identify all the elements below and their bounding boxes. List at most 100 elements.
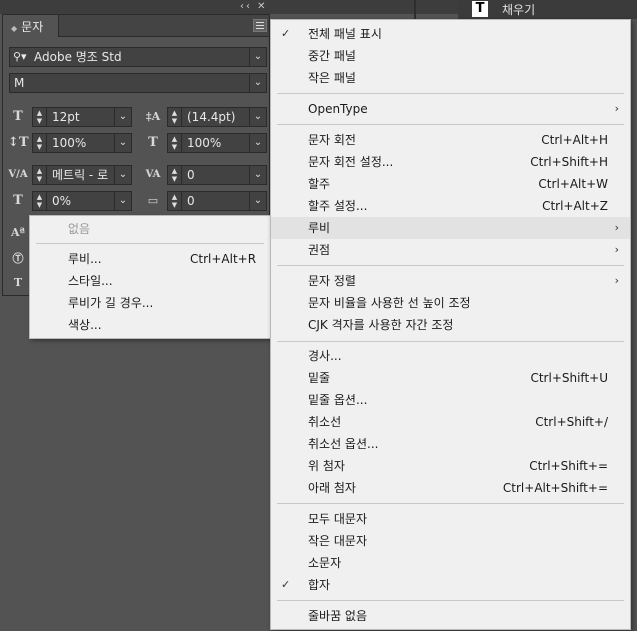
menu-item-superscript[interactable]: 위 첨자 Ctrl+Shift+= [271, 455, 630, 477]
menu-item-label: 위 첨자 [308, 459, 345, 473]
menu-item-shortcut: Ctrl+Alt+Shift+= [502, 481, 608, 495]
vertical-scale-value: 100% [52, 136, 87, 150]
stepper-icon[interactable]: ▲ ▼ [33, 166, 47, 184]
fill-text-icon[interactable]: T [472, 1, 488, 17]
menu-item-shatai[interactable]: 경사... [271, 345, 630, 367]
menu-item-warichu[interactable]: 할주 Ctrl+Alt+W [271, 173, 630, 195]
grid-spacing-field[interactable]: ▲ ▼ 0 ⌄ [167, 191, 267, 211]
chevron-down-icon[interactable]: ⌄ [114, 166, 131, 184]
menu-item-no-break[interactable]: 줄바꿈 없음 [271, 605, 630, 627]
menu-item-label: 색상... [68, 318, 102, 332]
stepper-icon[interactable]: ▲ ▼ [168, 166, 182, 184]
vertical-scale-field[interactable]: ▲ ▼ 100% ⌄ [32, 133, 132, 153]
chevron-down-icon[interactable]: ⌄ [249, 108, 266, 126]
stepper-icon[interactable]: ▲ ▼ [33, 108, 47, 126]
menu-separator [277, 341, 624, 342]
search-icon: ⚲▾ [13, 50, 27, 63]
menu-item-label: 줄바꿈 없음 [308, 609, 368, 623]
menu-item-label: 없음 [68, 222, 91, 236]
menu-separator [277, 265, 624, 266]
menu-item-show-all-panel[interactable]: ✓ 전체 패널 표시 [271, 23, 630, 45]
font-style-field[interactable]: M ⌄ [9, 73, 267, 93]
menu-item-underline-options[interactable]: 밑줄 옵션... [271, 389, 630, 411]
character-panel-flyout-menu: ✓ 전체 패널 표시 중간 패널 작은 패널 OpenType › 문자 회전 … [270, 19, 631, 630]
menu-item-color[interactable]: 색상... [30, 314, 270, 336]
menu-item-label: 스타일... [68, 274, 113, 288]
fill-label: 채우기 [502, 3, 536, 17]
leading-value: (14.4pt) [187, 110, 236, 124]
menu-item-all-caps[interactable]: 모두 대문자 [271, 508, 630, 530]
chevron-down-icon[interactable]: ⌄ [249, 74, 266, 92]
menu-item-medium-panel[interactable]: 중간 패널 [271, 45, 630, 67]
tracking-field[interactable]: ▲ ▼ 0 ⌄ [167, 165, 267, 185]
menu-item-character-alignment[interactable]: 문자 정렬 › [271, 270, 630, 292]
menu-item-small-panel[interactable]: 작은 패널 [271, 67, 630, 89]
chevron-right-icon: › [614, 102, 619, 115]
stepper-icon[interactable]: ▲ ▼ [168, 134, 182, 152]
chevron-down-icon[interactable]: ⌄ [249, 192, 266, 210]
menu-item-lowercase[interactable]: 소문자 [271, 552, 630, 574]
chevron-down-icon[interactable]: ⌄ [249, 134, 266, 152]
menu-item-kenten[interactable]: 권점 › [271, 239, 630, 261]
font-size-field[interactable]: ▲ ▼ 12pt ⌄ [32, 107, 132, 127]
menu-item-line-height-by-char-ratio[interactable]: 문자 비율을 사용한 선 높이 조정 [271, 292, 630, 314]
chevron-down-icon[interactable]: ⌄ [114, 192, 131, 210]
menu-item-label: 아래 첨자 [308, 481, 356, 495]
skew-icon: T [13, 276, 23, 289]
tsume-icon: T [13, 193, 23, 208]
stepper-icon[interactable]: ▲ ▼ [168, 108, 182, 126]
menu-item-label: OpenType [308, 102, 368, 116]
menu-item-none[interactable]: 없음 [30, 218, 270, 240]
menu-item-label: 중간 패널 [308, 49, 356, 63]
menu-item-subscript[interactable]: 아래 첨자 Ctrl+Alt+Shift+= [271, 477, 630, 499]
chevron-icon: ◆ [11, 24, 18, 33]
tab-character[interactable]: ◆ 문자 [3, 15, 59, 37]
chevron-down-icon[interactable]: ⌄ [249, 48, 266, 66]
font-family-field[interactable]: ⚲▾ Adobe 명조 Std ⌄ [9, 47, 267, 67]
menu-item-strikethrough[interactable]: 취소선 Ctrl+Shift+/ [271, 411, 630, 433]
kerning-value: 메트릭 - 로 [52, 168, 109, 182]
menu-item-ruby[interactable]: 루비... Ctrl+Alt+R [30, 248, 270, 270]
font-style-value: M [14, 76, 25, 90]
menu-item-small-caps[interactable]: 작은 대문자 [271, 530, 630, 552]
menu-separator [277, 124, 624, 125]
stepper-icon[interactable]: ▲ ▼ [168, 192, 182, 210]
menu-item-cjk-grid-tracking[interactable]: CJK 격자를 사용한 자간 조정 [271, 314, 630, 336]
panel-menu-button[interactable] [253, 19, 267, 32]
menu-item-opentype[interactable]: OpenType › [271, 98, 630, 120]
menu-item-underline[interactable]: 밑줄 Ctrl+Shift+U [271, 367, 630, 389]
tsume-value: 0% [52, 194, 72, 208]
menu-item-warichu-settings[interactable]: 할주 설정... Ctrl+Alt+Z [271, 195, 630, 217]
menu-item-label: 밑줄 [308, 371, 331, 385]
menu-item-label: 작은 패널 [308, 71, 356, 85]
chevron-down-icon[interactable]: ⌄ [114, 108, 131, 126]
menu-item-strikethrough-options[interactable]: 취소선 옵션... [271, 433, 630, 455]
kerning-field[interactable]: ▲ ▼ 메트릭 - 로 ⌄ [32, 165, 132, 185]
chevron-down-icon[interactable]: ⌄ [249, 166, 266, 184]
horizontal-scale-field[interactable]: ▲ ▼ 100% ⌄ [167, 133, 267, 153]
menu-item-label: 문자 정렬 [308, 274, 356, 288]
menu-item-label: 권점 [308, 243, 331, 257]
panel-collapse-close-controls[interactable]: ‹‹ ✕ [240, 1, 268, 12]
divider [414, 0, 416, 19]
horizontal-scale-value: 100% [187, 136, 222, 150]
menu-item-rotate-characters-settings[interactable]: 문자 회전 설정... Ctrl+Shift+H [271, 151, 630, 173]
menu-item-rotate-characters[interactable]: 문자 회전 Ctrl+Alt+H [271, 129, 630, 151]
chevron-down-icon[interactable]: ⌄ [114, 134, 131, 152]
menu-item-ligatures[interactable]: ✓ 합자 [271, 574, 630, 596]
menu-item-ruby[interactable]: 루비 › [271, 217, 630, 239]
menu-item-style[interactable]: 스타일... [30, 270, 270, 292]
tracking-value: 0 [187, 168, 195, 182]
checkmark-icon: ✓ [281, 27, 291, 40]
stepper-icon[interactable]: ▲ ▼ [33, 134, 47, 152]
menu-item-label: 경사... [308, 349, 342, 363]
menu-item-label: 루비가 길 경우... [68, 296, 154, 310]
kerning-icon: V/A [8, 169, 28, 180]
menu-item-label: 밑줄 옵션... [308, 393, 368, 407]
menu-item-shortcut: Ctrl+Shift+/ [535, 415, 608, 429]
leading-field[interactable]: ▲ ▼ (14.4pt) ⌄ [167, 107, 267, 127]
font-size-value: 12pt [52, 110, 80, 124]
menu-item-ruby-overhang[interactable]: 루비가 길 경우... [30, 292, 270, 314]
stepper-icon[interactable]: ▲ ▼ [33, 192, 47, 210]
tsume-field[interactable]: ▲ ▼ 0% ⌄ [32, 191, 132, 211]
